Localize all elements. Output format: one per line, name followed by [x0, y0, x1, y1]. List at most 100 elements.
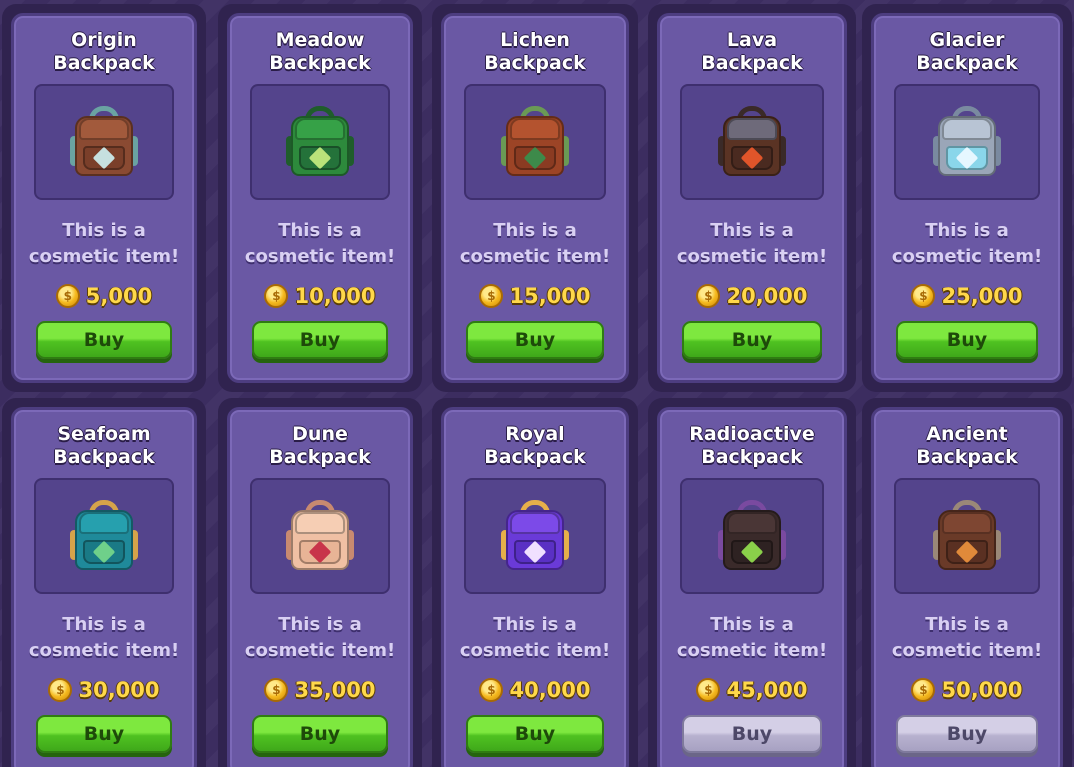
item-price: $ 15,000 [444, 284, 626, 308]
item-description: This is a cosmetic item! [230, 612, 410, 664]
shop-item-card: Meadow Backpack This is a cosmetic item!… [218, 4, 422, 392]
description-line-2: cosmetic item! [28, 640, 180, 661]
item-preview [894, 84, 1040, 200]
buy-button[interactable]: Buy [252, 321, 388, 359]
item-name: Lichen Backpack [484, 29, 586, 74]
description-line-2: cosmetic item! [459, 246, 611, 267]
shop-item-card: Radioactive Backpack This is a cosmetic … [648, 398, 856, 767]
shop-item-card: Origin Backpack This is a cosmetic item!… [2, 4, 206, 392]
backpack-icon [285, 500, 355, 572]
backpack-icon [932, 500, 1002, 572]
price-value: 30,000 [78, 678, 160, 702]
shop-item-card: Seafoam Backpack This is a cosmetic item… [2, 398, 206, 767]
item-name: Dune Backpack [269, 423, 371, 468]
description-line-2: cosmetic item! [244, 640, 396, 661]
item-preview [894, 478, 1040, 594]
item-name: Meadow Backpack [269, 29, 371, 74]
buy-button[interactable]: Buy [466, 715, 604, 753]
item-price: $ 25,000 [874, 284, 1060, 308]
buy-button[interactable]: Buy [36, 715, 172, 753]
item-name: Radioactive Backpack [689, 423, 815, 468]
item-price: $ 35,000 [230, 678, 410, 702]
item-name: Origin Backpack [53, 29, 155, 74]
item-title: Ancient Backpack [874, 418, 1060, 474]
item-title: Glacier Backpack [874, 24, 1060, 80]
description-line-1: This is a [62, 220, 146, 241]
description-line-2: cosmetic item! [28, 246, 180, 267]
buy-button[interactable]: Buy [682, 321, 822, 359]
shop-item-panel: Royal Backpack This is a cosmetic item! … [441, 407, 629, 767]
coin-icon: $ [55, 284, 80, 308]
buy-button[interactable]: Buy [682, 715, 822, 753]
description-line-2: cosmetic item! [676, 640, 828, 661]
shop-item-panel: Dune Backpack This is a cosmetic item! $… [227, 407, 413, 767]
item-price: $ 20,000 [660, 284, 844, 308]
coin-icon: $ [696, 284, 721, 308]
description-line-1: This is a [278, 220, 362, 241]
item-preview [34, 478, 174, 594]
item-title: Origin Backpack [14, 24, 194, 80]
item-price: $ 40,000 [444, 678, 626, 702]
description-line-1: This is a [493, 614, 577, 635]
price-value: 40,000 [509, 678, 591, 702]
shop-item-panel: Meadow Backpack This is a cosmetic item!… [227, 13, 413, 383]
price-value: 35,000 [294, 678, 376, 702]
price-value: 10,000 [294, 284, 376, 308]
item-price: $ 30,000 [14, 678, 194, 702]
item-name: Ancient Backpack [916, 423, 1018, 468]
backpack-icon [717, 500, 787, 572]
item-description: This is a cosmetic item! [230, 218, 410, 270]
price-value: 20,000 [726, 284, 808, 308]
buy-button[interactable]: Buy [252, 715, 388, 753]
item-price: $ 10,000 [230, 284, 410, 308]
item-price: $ 50,000 [874, 678, 1060, 702]
shop-item-card: Ancient Backpack This is a cosmetic item… [862, 398, 1072, 767]
shop-item-panel: Lava Backpack This is a cosmetic item! $… [657, 13, 847, 383]
shop-item-card: Dune Backpack This is a cosmetic item! $… [218, 398, 422, 767]
coin-icon: $ [479, 284, 504, 308]
coin-icon: $ [264, 678, 289, 702]
item-title: Lichen Backpack [444, 24, 626, 80]
item-name: Lava Backpack [701, 29, 803, 74]
item-description: This is a cosmetic item! [660, 218, 844, 270]
item-title: Royal Backpack [444, 418, 626, 474]
description-line-2: cosmetic item! [459, 640, 611, 661]
description-line-1: This is a [278, 614, 362, 635]
shop-item-card: Glacier Backpack This is a cosmetic item… [862, 4, 1072, 392]
description-line-1: This is a [710, 220, 794, 241]
item-preview [464, 84, 606, 200]
backpack-icon [932, 106, 1002, 178]
buy-button[interactable]: Buy [36, 321, 172, 359]
item-title: Meadow Backpack [230, 24, 410, 80]
item-title: Dune Backpack [230, 418, 410, 474]
backpack-icon [69, 500, 139, 572]
item-description: This is a cosmetic item! [660, 612, 844, 664]
shop-item-card: Lava Backpack This is a cosmetic item! $… [648, 4, 856, 392]
backpack-icon [69, 106, 139, 178]
coin-icon: $ [911, 678, 936, 702]
backpack-icon [717, 106, 787, 178]
description-line-1: This is a [493, 220, 577, 241]
shop-item-panel: Radioactive Backpack This is a cosmetic … [657, 407, 847, 767]
description-line-1: This is a [925, 614, 1009, 635]
shop-item-panel: Ancient Backpack This is a cosmetic item… [871, 407, 1063, 767]
item-title: Lava Backpack [660, 24, 844, 80]
coin-icon: $ [264, 284, 289, 308]
description-line-2: cosmetic item! [891, 246, 1043, 267]
price-value: 15,000 [509, 284, 591, 308]
item-description: This is a cosmetic item! [14, 612, 194, 664]
buy-button[interactable]: Buy [896, 715, 1038, 753]
shop-item-card: Royal Backpack This is a cosmetic item! … [432, 398, 638, 767]
buy-button[interactable]: Buy [896, 321, 1038, 359]
item-title: Seafoam Backpack [14, 418, 194, 474]
buy-button[interactable]: Buy [466, 321, 604, 359]
item-description: This is a cosmetic item! [874, 612, 1060, 664]
description-line-1: This is a [62, 614, 146, 635]
shop-item-panel: Seafoam Backpack This is a cosmetic item… [11, 407, 197, 767]
backpack-icon [500, 500, 570, 572]
item-description: This is a cosmetic item! [874, 218, 1060, 270]
item-description: This is a cosmetic item! [444, 612, 626, 664]
item-preview [250, 84, 390, 200]
description-line-2: cosmetic item! [244, 246, 396, 267]
item-preview [34, 84, 174, 200]
